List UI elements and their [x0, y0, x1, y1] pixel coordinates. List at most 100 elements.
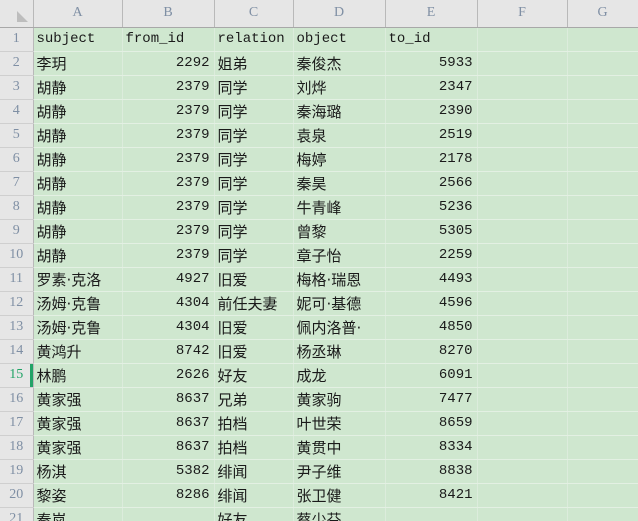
cell-d6[interactable]: 梅婷 — [293, 147, 386, 172]
cell-c2[interactable]: 姐弟 — [214, 51, 294, 76]
row-header-16[interactable]: 16 — [0, 387, 34, 412]
cell-c8[interactable]: 同学 — [214, 195, 294, 220]
cell-f1[interactable] — [477, 27, 568, 52]
cell-f21[interactable] — [477, 507, 568, 521]
cell-g20[interactable] — [567, 483, 638, 508]
row-header-20[interactable]: 20 — [0, 483, 34, 508]
cell-e21[interactable] — [385, 507, 478, 521]
cell-g14[interactable] — [567, 339, 638, 364]
cell-f17[interactable] — [477, 411, 568, 436]
cell-a18[interactable]: 黄家强 — [33, 435, 123, 460]
cell-f4[interactable] — [477, 99, 568, 124]
table-row[interactable]: 16 黄家强 8637 兄弟 黄家驹 7477 — [0, 387, 638, 412]
column-header-c[interactable]: C — [214, 0, 294, 28]
cell-d17[interactable]: 叶世荣 — [293, 411, 386, 436]
cell-e9[interactable]: 5305 — [385, 219, 478, 244]
cell-c16[interactable]: 兄弟 — [214, 387, 294, 412]
table-row[interactable]: 12 汤姆·克鲁 4304 前任夫妻 妮可·基德 4596 — [0, 291, 638, 316]
cell-d7[interactable]: 秦昊 — [293, 171, 386, 196]
cell-g4[interactable] — [567, 99, 638, 124]
cell-c11[interactable]: 旧爱 — [214, 267, 294, 292]
select-all-button[interactable] — [0, 0, 34, 28]
row-header-1[interactable]: 1 — [0, 27, 34, 52]
cell-e19[interactable]: 8838 — [385, 459, 478, 484]
cell-a7[interactable]: 胡静 — [33, 171, 123, 196]
cell-c17[interactable]: 拍档 — [214, 411, 294, 436]
column-header-e[interactable]: E — [385, 0, 478, 28]
column-header-d[interactable]: D — [293, 0, 386, 28]
cell-d10[interactable]: 章子怡 — [293, 243, 386, 268]
cell-b7[interactable]: 2379 — [122, 171, 215, 196]
table-row[interactable]: 11 罗素·克洛 4927 旧爱 梅格·瑞恩 4493 — [0, 267, 638, 292]
cell-a4[interactable]: 胡静 — [33, 99, 123, 124]
cell-c12[interactable]: 前任夫妻 — [214, 291, 294, 316]
table-row[interactable]: 17 黄家强 8637 拍档 叶世荣 8659 — [0, 411, 638, 436]
row-header-21[interactable]: 21 — [0, 507, 34, 521]
cell-a21[interactable]: 秦岚 — [33, 507, 123, 521]
cell-b19[interactable]: 5382 — [122, 459, 215, 484]
cell-d18[interactable]: 黄贯中 — [293, 435, 386, 460]
table-row[interactable]: 18 黄家强 8637 拍档 黄贯中 8334 — [0, 435, 638, 460]
cell-c7[interactable]: 同学 — [214, 171, 294, 196]
cell-f12[interactable] — [477, 291, 568, 316]
cell-e5[interactable]: 2519 — [385, 123, 478, 148]
cell-c20[interactable]: 绯闻 — [214, 483, 294, 508]
cell-b3[interactable]: 2379 — [122, 75, 215, 100]
cell-f7[interactable] — [477, 171, 568, 196]
row-header-13[interactable]: 13 — [0, 315, 34, 340]
cell-b6[interactable]: 2379 — [122, 147, 215, 172]
cell-c18[interactable]: 拍档 — [214, 435, 294, 460]
cell-b4[interactable]: 2379 — [122, 99, 215, 124]
cell-f11[interactable] — [477, 267, 568, 292]
cell-c4[interactable]: 同学 — [214, 99, 294, 124]
cell-f16[interactable] — [477, 387, 568, 412]
cell-g13[interactable] — [567, 315, 638, 340]
cell-b9[interactable]: 2379 — [122, 219, 215, 244]
cell-b21[interactable] — [122, 507, 215, 521]
cell-a15[interactable]: 林鹏 — [33, 363, 123, 388]
cell-a20[interactable]: 黎姿 — [33, 483, 123, 508]
cell-g10[interactable] — [567, 243, 638, 268]
table-row[interactable]: 10 胡静 2379 同学 章子怡 2259 — [0, 243, 638, 268]
cell-e6[interactable]: 2178 — [385, 147, 478, 172]
table-row[interactable]: 1 subject from_id relation object to_id — [0, 27, 638, 52]
cell-b18[interactable]: 8637 — [122, 435, 215, 460]
cell-g7[interactable] — [567, 171, 638, 196]
cell-d3[interactable]: 刘烨 — [293, 75, 386, 100]
cell-c9[interactable]: 同学 — [214, 219, 294, 244]
cell-d16[interactable]: 黄家驹 — [293, 387, 386, 412]
cell-f20[interactable] — [477, 483, 568, 508]
cell-c10[interactable]: 同学 — [214, 243, 294, 268]
cell-a10[interactable]: 胡静 — [33, 243, 123, 268]
cell-g8[interactable] — [567, 195, 638, 220]
cell-e7[interactable]: 2566 — [385, 171, 478, 196]
cell-d11[interactable]: 梅格·瑞恩 — [293, 267, 386, 292]
cell-b16[interactable]: 8637 — [122, 387, 215, 412]
cell-a3[interactable]: 胡静 — [33, 75, 123, 100]
cell-b17[interactable]: 8637 — [122, 411, 215, 436]
cell-f14[interactable] — [477, 339, 568, 364]
cell-e20[interactable]: 8421 — [385, 483, 478, 508]
cell-c3[interactable]: 同学 — [214, 75, 294, 100]
cell-d20[interactable]: 张卫健 — [293, 483, 386, 508]
cell-a1[interactable]: subject — [33, 27, 123, 52]
cell-e10[interactable]: 2259 — [385, 243, 478, 268]
cell-e8[interactable]: 5236 — [385, 195, 478, 220]
cell-b13[interactable]: 4304 — [122, 315, 215, 340]
row-header-18[interactable]: 18 — [0, 435, 34, 460]
cell-g9[interactable] — [567, 219, 638, 244]
cell-a6[interactable]: 胡静 — [33, 147, 123, 172]
row-header-15[interactable]: 15 — [0, 363, 34, 388]
cell-f19[interactable] — [477, 459, 568, 484]
cell-b2[interactable]: 2292 — [122, 51, 215, 76]
table-row[interactable]: 7 胡静 2379 同学 秦昊 2566 — [0, 171, 638, 196]
sheet-body[interactable]: 1 subject from_id relation object to_id … — [0, 27, 638, 521]
cell-g1[interactable] — [567, 27, 638, 52]
cell-b14[interactable]: 8742 — [122, 339, 215, 364]
cell-g11[interactable] — [567, 267, 638, 292]
cell-f18[interactable] — [477, 435, 568, 460]
spreadsheet-grid[interactable]: A B C D E F G 1 subject from_id relation… — [0, 0, 638, 521]
cell-f2[interactable] — [477, 51, 568, 76]
table-row[interactable]: 3 胡静 2379 同学 刘烨 2347 — [0, 75, 638, 100]
cell-e17[interactable]: 8659 — [385, 411, 478, 436]
